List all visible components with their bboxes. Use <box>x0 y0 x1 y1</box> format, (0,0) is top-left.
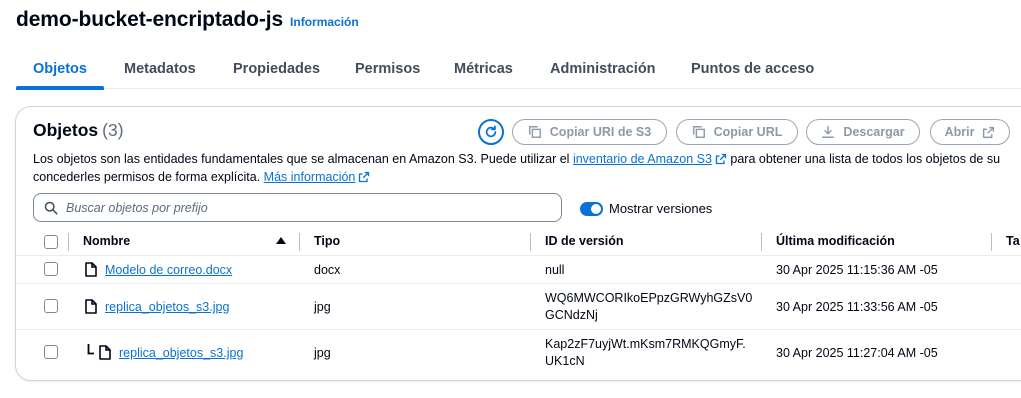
objects-description: Los objetos son las entidades fundamenta… <box>33 150 1021 186</box>
tab-objetos[interactable]: Objetos <box>16 50 104 90</box>
file-icon <box>99 345 111 360</box>
version-id-line: WQ6MWCORIkoEPpzGRWyhGZsV0 <box>545 291 753 305</box>
description-text: Los objetos son las entidades fundamenta… <box>33 152 573 166</box>
info-link[interactable]: Información <box>290 15 359 29</box>
row-checkbox[interactable] <box>44 262 58 276</box>
object-version-id: Kap2zF7uyjWt.mKsm7RMKQGmyF. UK1cN <box>545 336 746 370</box>
column-header-version-id[interactable]: ID de versión <box>545 234 624 248</box>
page-title: demo-bucket-encriptado-js <box>16 8 284 31</box>
row-divider <box>16 255 1021 256</box>
external-link-icon <box>359 171 370 183</box>
copy-s3-uri-label: Copiar URI de S3 <box>549 125 652 139</box>
column-divider[interactable] <box>299 233 300 251</box>
search-box <box>33 193 562 222</box>
row-checkbox[interactable] <box>44 299 58 313</box>
object-last-modified: 30 Apr 2025 11:33:56 AM -05 <box>776 300 938 314</box>
download-label: Descargar <box>843 125 905 139</box>
object-type: jpg <box>314 300 331 314</box>
object-name-link[interactable]: Modelo de correo.docx <box>105 263 232 277</box>
copy-icon <box>528 126 541 138</box>
show-versions-toggle[interactable] <box>580 202 603 216</box>
object-type: jpg <box>314 346 331 360</box>
show-versions-label: Mostrar versiones <box>609 201 713 216</box>
sort-ascending-icon[interactable] <box>276 237 286 244</box>
copy-url-label: Copiar URL <box>713 125 783 139</box>
refresh-icon <box>485 125 497 138</box>
copy-s3-uri-button[interactable]: Copiar URI de S3 <box>512 119 667 145</box>
select-all-checkbox[interactable] <box>44 235 58 249</box>
object-last-modified: 30 Apr 2025 11:27:04 AM -05 <box>776 346 938 360</box>
column-header-tipo[interactable]: Tipo <box>314 234 340 248</box>
column-header-size[interactable]: Ta <box>1006 234 1020 248</box>
file-icon <box>85 262 97 277</box>
inventory-link[interactable]: inventario de Amazon S3 <box>573 152 712 166</box>
column-header-last-modified[interactable]: Última modificación <box>776 234 895 248</box>
object-name-link[interactable]: replica_objetos_s3.jpg <box>119 346 243 360</box>
page-title-row: demo-bucket-encriptado-js Información <box>16 8 359 32</box>
tab-administracion[interactable]: Administración <box>550 50 656 89</box>
column-divider <box>68 233 69 251</box>
column-divider[interactable] <box>991 233 992 251</box>
tab-propiedades[interactable]: Propiedades <box>233 50 320 89</box>
objects-title: Objetos <box>33 120 99 140</box>
copy-icon <box>692 126 705 138</box>
version-id-line: Kap2zF7uyjWt.mKsm7RMKQGmyF. <box>545 337 746 351</box>
search-icon <box>44 201 58 214</box>
external-link-icon <box>983 126 995 138</box>
external-link-icon <box>715 153 727 165</box>
object-version-id: null <box>545 263 565 277</box>
version-id-line: GCNdzNj <box>545 308 598 322</box>
column-header-nombre[interactable]: Nombre <box>83 234 130 248</box>
version-tree-icon <box>87 344 94 355</box>
object-last-modified: 30 Apr 2025 11:15:36 AM -05 <box>776 263 938 277</box>
search-input[interactable] <box>66 200 536 215</box>
objects-count: (3) <box>102 120 124 140</box>
download-button[interactable]: Descargar <box>806 119 920 145</box>
row-checkbox[interactable] <box>44 345 58 359</box>
column-divider[interactable] <box>761 233 762 251</box>
description-text-cont: para obtener una lista de todos los obje… <box>726 152 1001 166</box>
refresh-button[interactable] <box>478 119 504 145</box>
tab-permisos[interactable]: Permisos <box>355 50 420 89</box>
tab-metadatos[interactable]: Metadatos <box>124 50 196 89</box>
column-divider[interactable] <box>530 233 531 251</box>
tab-metricas[interactable]: Métricas <box>454 50 513 89</box>
download-icon <box>822 126 835 138</box>
object-version-id: WQ6MWCORIkoEPpzGRWyhGZsV0 GCNdzNj <box>545 290 752 324</box>
open-label: Abrir <box>944 125 975 139</box>
tab-bar: Objetos Metadatos Propiedades Permisos M… <box>16 50 1021 90</box>
file-icon <box>85 299 97 314</box>
open-button[interactable]: Abrir <box>930 119 1010 145</box>
objects-heading: Objetos (3) <box>33 120 124 141</box>
object-name-link[interactable]: replica_objetos_s3.jpg <box>105 300 229 314</box>
object-type: docx <box>314 263 341 277</box>
copy-url-button[interactable]: Copiar URL <box>676 119 798 145</box>
version-id-line: UK1cN <box>545 354 585 368</box>
more-info-link[interactable]: Más información <box>264 170 356 184</box>
row-divider <box>16 329 1021 330</box>
row-divider <box>16 283 1021 284</box>
description-text-line2: concederles permisos de forma explícita. <box>33 170 264 184</box>
tab-puntos-de-acceso[interactable]: Puntos de acceso <box>691 50 814 89</box>
